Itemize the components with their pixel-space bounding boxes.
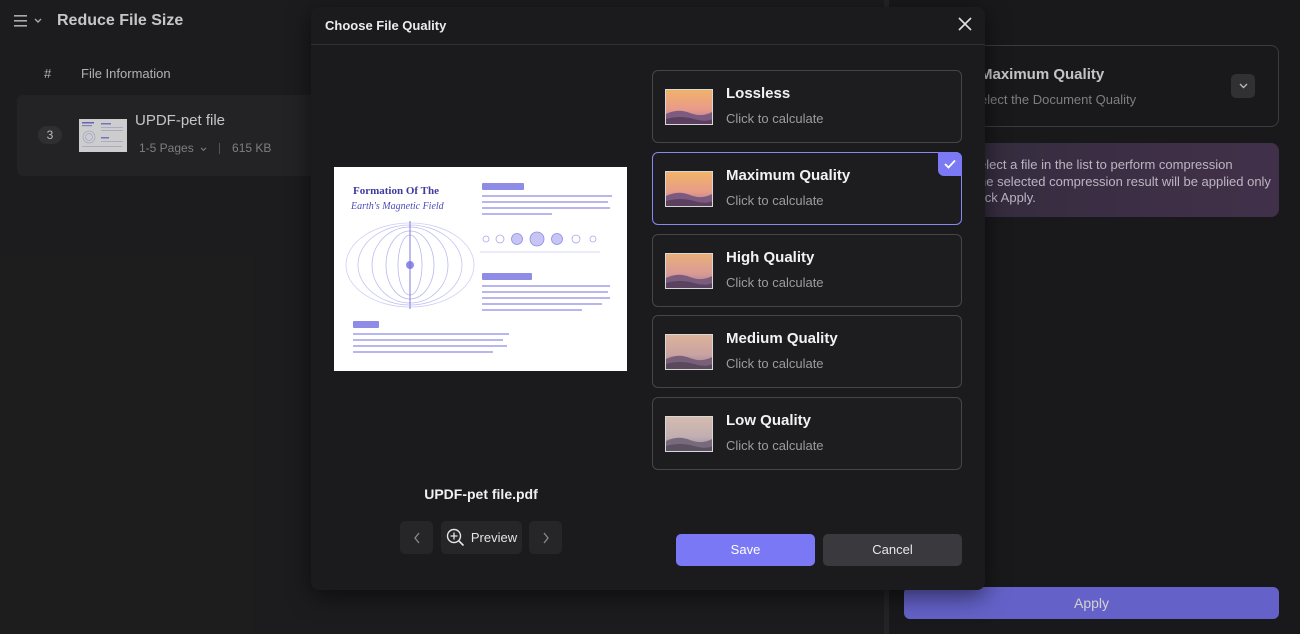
- option-thumbnail: [665, 416, 713, 452]
- cancel-button[interactable]: Cancel: [823, 534, 962, 566]
- preview-text-line: [482, 207, 610, 209]
- option-title: Medium Quality: [726, 330, 838, 347]
- preview-file-name: UPDF-pet file.pdf: [424, 486, 538, 502]
- quality-option-medium[interactable]: Medium Quality Click to calculate: [652, 315, 962, 388]
- preview-text-line: [482, 309, 582, 311]
- option-title: Lossless: [726, 85, 791, 102]
- option-subtitle: Click to calculate: [726, 193, 824, 208]
- quality-option-low[interactable]: Low Quality Click to calculate: [652, 397, 962, 470]
- close-icon: [958, 17, 972, 31]
- preview-text-line: [482, 195, 612, 197]
- option-title: Maximum Quality: [726, 167, 851, 184]
- dialog-title: Choose File Quality: [325, 18, 447, 33]
- option-thumbnail: [665, 253, 713, 289]
- preview-text-line: [353, 345, 507, 347]
- preview-text-line: [482, 285, 610, 287]
- preview-text-line: [353, 339, 503, 341]
- option-thumbnail: [665, 334, 713, 370]
- preview-button[interactable]: Preview: [441, 521, 522, 554]
- preview-button-label: Preview: [470, 530, 518, 545]
- chevron-left-icon: [413, 532, 420, 543]
- preview-text-line: [482, 297, 610, 299]
- option-subtitle: Click to calculate: [726, 356, 824, 371]
- check-icon: [944, 159, 956, 169]
- option-subtitle: Click to calculate: [726, 438, 824, 453]
- zoom-in-icon: [446, 528, 464, 547]
- preview-section-chip: [482, 273, 532, 280]
- magnetic-field-diagram: [345, 221, 475, 309]
- quality-option-lossless[interactable]: Lossless Click to calculate: [652, 70, 962, 143]
- quality-option-maximum[interactable]: Maximum Quality Click to calculate: [652, 152, 962, 225]
- preview-text-line: [482, 201, 608, 203]
- option-subtitle: Click to calculate: [726, 275, 824, 290]
- chevron-right-icon: [542, 532, 549, 543]
- option-thumbnail: [665, 171, 713, 207]
- save-button[interactable]: Save: [676, 534, 815, 566]
- preview-text-line: [353, 351, 493, 353]
- selected-badge: [938, 152, 962, 176]
- document-preview: Formation Of The Earth's Magnetic Field: [334, 167, 627, 371]
- preview-text-line: [353, 333, 509, 335]
- quality-option-high[interactable]: High Quality Click to calculate: [652, 234, 962, 307]
- preview-doc-subtitle: Earth's Magnetic Field: [351, 201, 444, 212]
- previous-page-button[interactable]: [400, 521, 433, 554]
- next-page-button[interactable]: [529, 521, 562, 554]
- preview-text-line: [482, 303, 602, 305]
- preview-section-chip: [353, 321, 379, 328]
- choose-quality-dialog: Choose File Quality Formation Of The Ear…: [311, 7, 985, 590]
- option-thumbnail: [665, 89, 713, 125]
- option-title: Low Quality: [726, 412, 812, 429]
- option-subtitle: Click to calculate: [726, 111, 824, 126]
- preview-text-line: [482, 291, 608, 293]
- preview-text-line: [482, 213, 552, 215]
- dialog-header: Choose File Quality: [311, 7, 985, 45]
- close-button[interactable]: [957, 16, 973, 32]
- option-title: High Quality: [726, 249, 815, 266]
- preview-doc-title: Formation Of The: [353, 185, 439, 197]
- planet-row-diagram: [480, 231, 600, 253]
- preview-section-chip: [482, 183, 524, 190]
